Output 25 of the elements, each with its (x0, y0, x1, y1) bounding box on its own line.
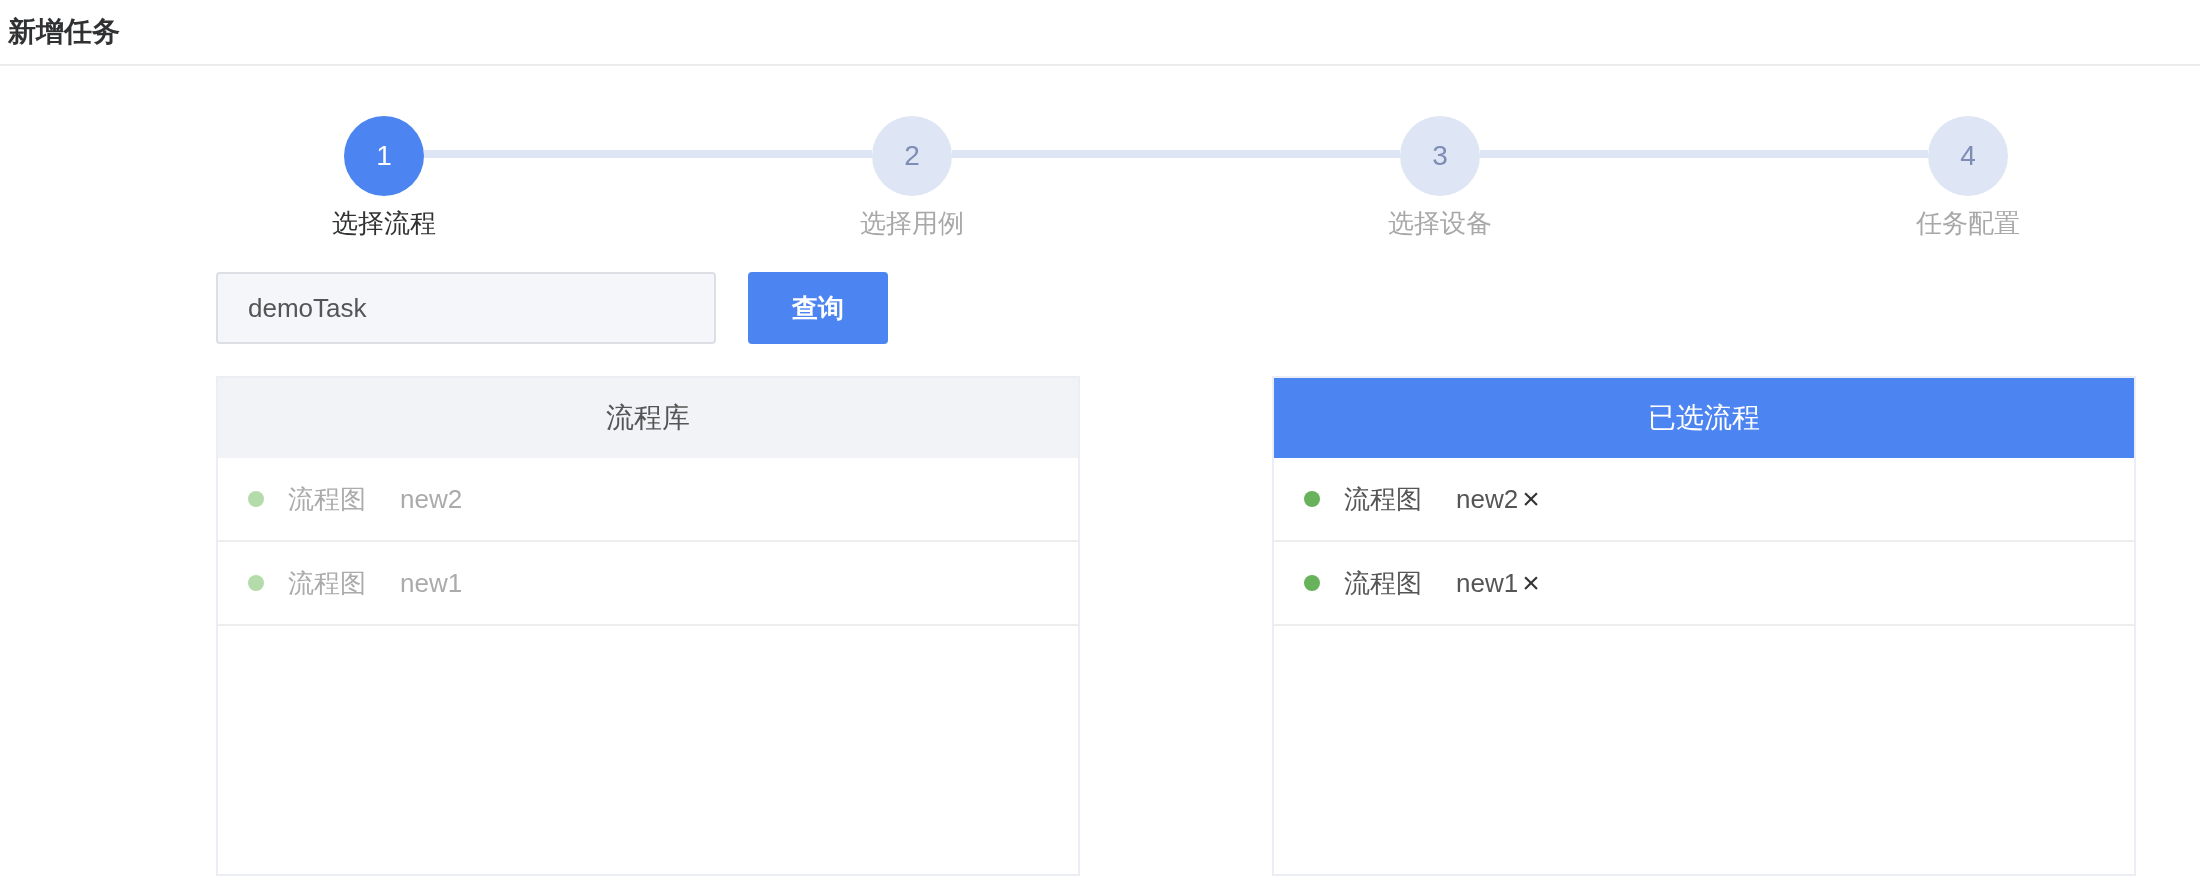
flow-name: new1 (400, 567, 463, 599)
flow-name: new2 (1456, 483, 1519, 515)
panel-header: 已选流程 (1274, 378, 2134, 458)
flow-item[interactable]: 流程图 new2× (1274, 458, 2134, 542)
flow-type: 流程图 (288, 566, 366, 600)
step-label: 任务配置 (1916, 207, 2020, 240)
step-label: 选择设备 (1388, 207, 1492, 240)
remove-button[interactable]: × (1518, 482, 1540, 516)
flow-type: 流程图 (1344, 482, 1422, 516)
flow-name: new2 (400, 483, 463, 515)
step-circle: 1 (344, 116, 424, 196)
flow-name: new1 (1456, 567, 1519, 599)
flow-type: 流程图 (1344, 566, 1422, 600)
query-button[interactable]: 查询 (748, 272, 888, 344)
panel-header: 流程库 (218, 378, 1078, 458)
flow-type: 流程图 (288, 482, 366, 516)
step-label: 选择流程 (332, 207, 436, 240)
step-label: 选择用例 (860, 207, 964, 240)
step-circle: 3 (1400, 116, 1480, 196)
page-title: 新增任务 (8, 15, 120, 49)
step-circle: 4 (1928, 116, 2008, 196)
search-field[interactable]: demoTask (216, 272, 716, 344)
step-circle: 2 (872, 116, 952, 196)
flow-item[interactable]: 流程图 new1× (1274, 542, 2134, 626)
remove-button[interactable]: × (1518, 566, 1540, 600)
